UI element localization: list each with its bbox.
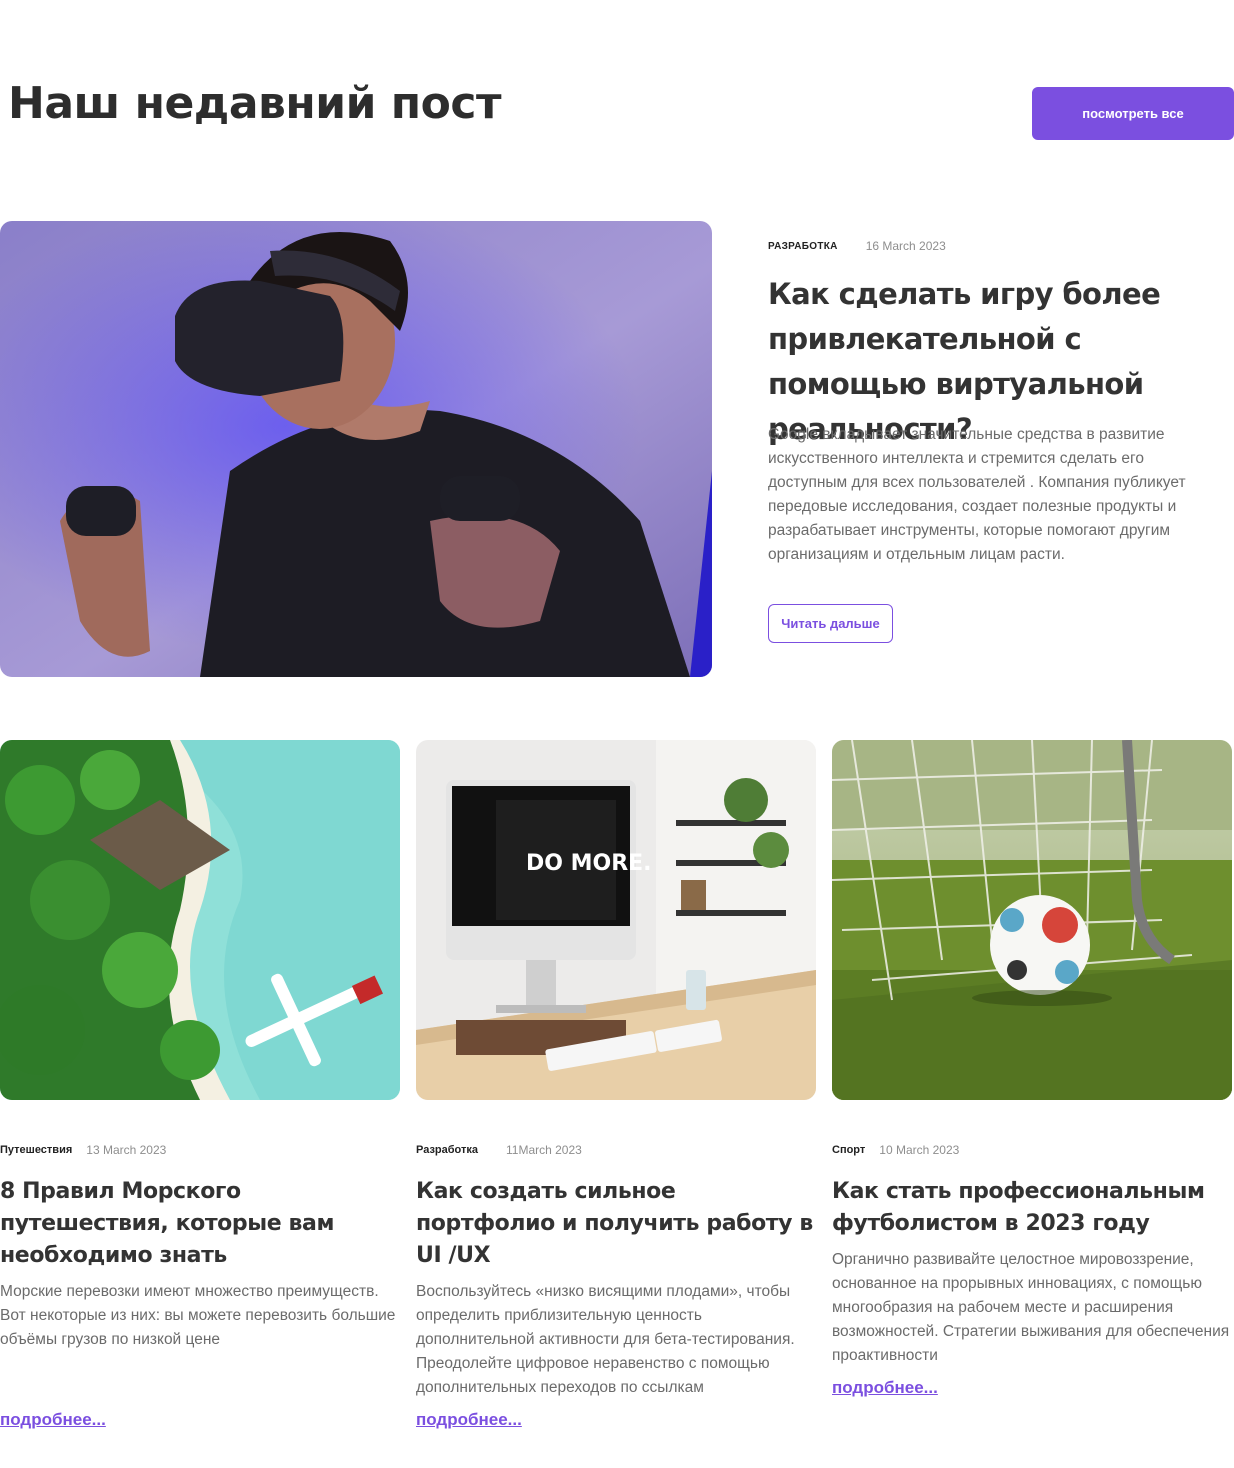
post-card-title[interactable]: 8 Правил Морского путешествия, которые в… — [0, 1176, 405, 1272]
post-card: DO MORE. Разработка 11March 2023 Как соз… — [416, 740, 816, 1430]
section-title: Наш недавний пост — [8, 78, 501, 129]
soccer-ball-photo — [832, 740, 1232, 1100]
desk-computer-photo: DO MORE. — [416, 740, 816, 1100]
post-card-image[interactable]: DO MORE. — [416, 740, 816, 1100]
featured-category[interactable]: РАЗРАБОТКА — [768, 241, 838, 252]
post-card-excerpt: Морские перевозки имеют множество преиму… — [0, 1283, 396, 1348]
tropical-beach-photo — [0, 740, 400, 1100]
post-card-date: 10 March 2023 — [879, 1143, 960, 1157]
post-card-more-link[interactable]: подробнее... — [832, 1378, 938, 1398]
vr-headset-photo — [0, 221, 712, 677]
post-card-category[interactable]: Спорт — [832, 1144, 865, 1156]
post-card-meta: Спорт 10 March 2023 — [832, 1142, 1232, 1158]
featured-image[interactable] — [0, 221, 712, 677]
screen-text: DO MORE. — [526, 851, 652, 876]
post-card-meta: Путешествия 13 March 2023 — [0, 1142, 400, 1158]
post-card-more-link[interactable]: подробнее... — [0, 1410, 106, 1430]
post-card: Спорт 10 March 2023 Как стать профессион… — [832, 740, 1232, 1398]
featured-date: 16 March 2023 — [865, 239, 946, 253]
post-card-more-link[interactable]: подробнее... — [416, 1410, 522, 1430]
featured-excerpt: Google вкладывает значительные средства … — [768, 426, 1186, 563]
post-card-date: 13 March 2023 — [86, 1143, 167, 1157]
post-card-image[interactable] — [0, 740, 400, 1100]
post-card-date: 11March 2023 — [506, 1143, 582, 1157]
post-card-category[interactable]: Путешествия — [0, 1144, 72, 1156]
featured-meta: РАЗРАБОТКА 16 March 2023 — [768, 239, 946, 253]
read-more-button[interactable]: Читать дальше — [768, 604, 893, 643]
post-card-excerpt: Органично развивайте целостное мировоззр… — [832, 1251, 1230, 1364]
post-card-title[interactable]: Как создать сильное портфолио и получить… — [416, 1176, 821, 1272]
view-all-button[interactable]: посмотреть все — [1032, 87, 1234, 140]
post-card-image[interactable] — [832, 740, 1232, 1100]
post-card: Путешествия 13 March 2023 8 Правил Морск… — [0, 740, 400, 1430]
post-card-category[interactable]: Разработка — [416, 1144, 478, 1156]
post-card-excerpt: Воспользуйтесь «низко висящими плодами»,… — [416, 1283, 795, 1396]
post-card-meta: Разработка 11March 2023 — [416, 1142, 816, 1158]
post-card-title[interactable]: Как стать профессиональным футболистом в… — [832, 1176, 1234, 1240]
